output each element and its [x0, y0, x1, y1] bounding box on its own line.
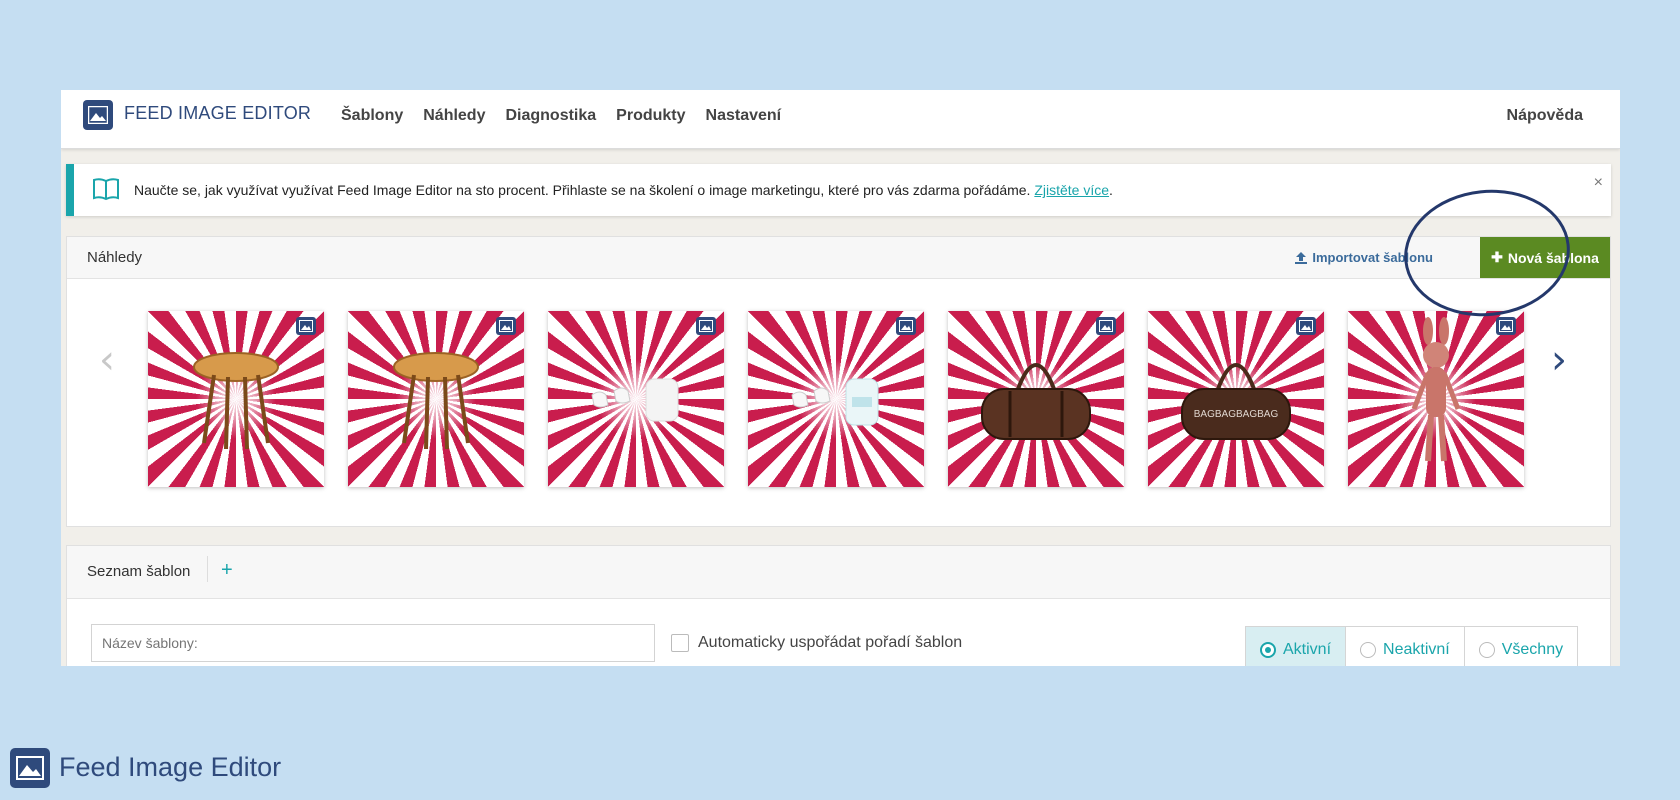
nav-item-nastaveni[interactable]: Nastavení	[706, 107, 782, 125]
preview-thumbnail[interactable]: BAGBAGBAGBAG	[1148, 311, 1324, 487]
earbuds-product-image	[591, 378, 679, 422]
filter-active[interactable]: Aktivní	[1246, 627, 1347, 666]
carousel-next-arrow[interactable]: ›	[1551, 337, 1567, 383]
app-window: FEED IMAGE EDITOR Šablony Náhledy Diagno…	[61, 90, 1620, 666]
brand-name: Feed Image Editor	[59, 752, 282, 782]
template-name-input[interactable]	[91, 624, 655, 662]
previews-header: Náhledy Importovat šablonu ✚ Nová šablon…	[67, 237, 1610, 279]
table-product-image	[393, 352, 479, 450]
plus-icon: ✚	[1491, 249, 1503, 265]
templates-title: Seznam šablon	[87, 563, 191, 580]
image-icon	[1296, 317, 1316, 335]
image-icon	[296, 317, 316, 335]
banner-learn-more-link[interactable]: Zjistěte více	[1034, 182, 1109, 198]
filter-inactive[interactable]: Neaktivní	[1346, 627, 1465, 666]
image-icon	[896, 317, 916, 335]
banner-suffix: .	[1109, 182, 1113, 198]
banner-message: Naučte se, jak využívat využívat Feed Im…	[134, 182, 1031, 198]
preview-thumbnail[interactable]	[948, 311, 1124, 487]
import-template-button[interactable]: Importovat šablonu	[1294, 250, 1433, 265]
preview-thumbnail[interactable]	[548, 311, 724, 487]
preview-thumbnail[interactable]	[348, 311, 524, 487]
auto-sort-checkbox[interactable]	[671, 634, 689, 652]
image-icon	[1496, 317, 1516, 335]
filter-inactive-label: Neaktivní	[1383, 641, 1450, 658]
status-filter: Aktivní Neaktivní Všechny	[1245, 626, 1579, 666]
preview-carousel: BAGBAGBAGBAG	[148, 311, 1524, 487]
upload-icon	[1295, 251, 1308, 264]
filter-all[interactable]: Všechny	[1465, 627, 1577, 666]
main-nav: Šablony Náhledy Diagnostika Produkty Nas…	[341, 107, 781, 125]
earbuds-product-image	[791, 378, 879, 426]
image-icon	[496, 317, 516, 335]
book-icon	[93, 178, 119, 201]
carousel-prev-arrow[interactable]: ‹	[99, 337, 115, 383]
logo-image-icon	[83, 100, 113, 130]
banner-text: Naučte se, jak využívat využívat Feed Im…	[134, 182, 1113, 198]
bunny-toy-product-image	[1411, 317, 1461, 462]
nav-item-nahledy[interactable]: Náhledy	[423, 107, 485, 125]
filter-all-label: Všechny	[1501, 641, 1564, 658]
new-template-label: Nová šablona	[1507, 249, 1599, 266]
templates-header: Seznam šablon +	[67, 546, 1610, 599]
close-icon[interactable]: ×	[1594, 174, 1603, 192]
preview-thumbnail[interactable]	[748, 311, 924, 487]
info-banner: Naučte se, jak využívat využívat Feed Im…	[66, 164, 1611, 216]
header-divider	[207, 556, 208, 582]
bag-print-label: BAGBAGBAGBAG	[1194, 409, 1279, 420]
preview-thumbnail[interactable]	[148, 311, 324, 487]
add-template-plus-icon[interactable]: +	[221, 559, 233, 582]
auto-sort-label: Automaticky uspořádat pořadí šablon	[698, 634, 963, 651]
top-navigation: FEED IMAGE EDITOR Šablony Náhledy Diagno…	[61, 90, 1620, 149]
nav-item-sablony[interactable]: Šablony	[341, 107, 403, 125]
bag-product-image	[981, 363, 1091, 440]
import-template-label: Importovat šablonu	[1312, 250, 1433, 265]
auto-sort-option[interactable]: Automaticky uspořádat pořadí šablon	[671, 634, 962, 652]
nav-item-produkty[interactable]: Produkty	[616, 107, 685, 125]
help-link[interactable]: Nápověda	[1507, 107, 1583, 125]
bag-product-image: BAGBAGBAGBAG	[1181, 363, 1291, 440]
image-icon	[696, 317, 716, 335]
filter-active-label: Aktivní	[1283, 641, 1332, 658]
radio-icon	[1360, 642, 1377, 658]
preview-thumbnail[interactable]	[1348, 311, 1524, 487]
brand-image-icon	[10, 748, 50, 788]
new-template-button[interactable]: ✚ Nová šablona	[1480, 237, 1610, 278]
previews-panel: Náhledy Importovat šablonu ✚ Nová šablon…	[66, 236, 1611, 527]
templates-panel: Seznam šablon + Automaticky uspořádat po…	[66, 545, 1611, 666]
radio-selected-icon	[1260, 642, 1276, 658]
table-product-image	[193, 352, 279, 450]
previews-title: Náhledy	[87, 249, 143, 266]
nav-item-diagnostika[interactable]: Diagnostika	[505, 107, 596, 125]
logo-text: FEED IMAGE EDITOR	[124, 103, 312, 123]
radio-icon	[1478, 642, 1495, 658]
image-icon	[1096, 317, 1116, 335]
